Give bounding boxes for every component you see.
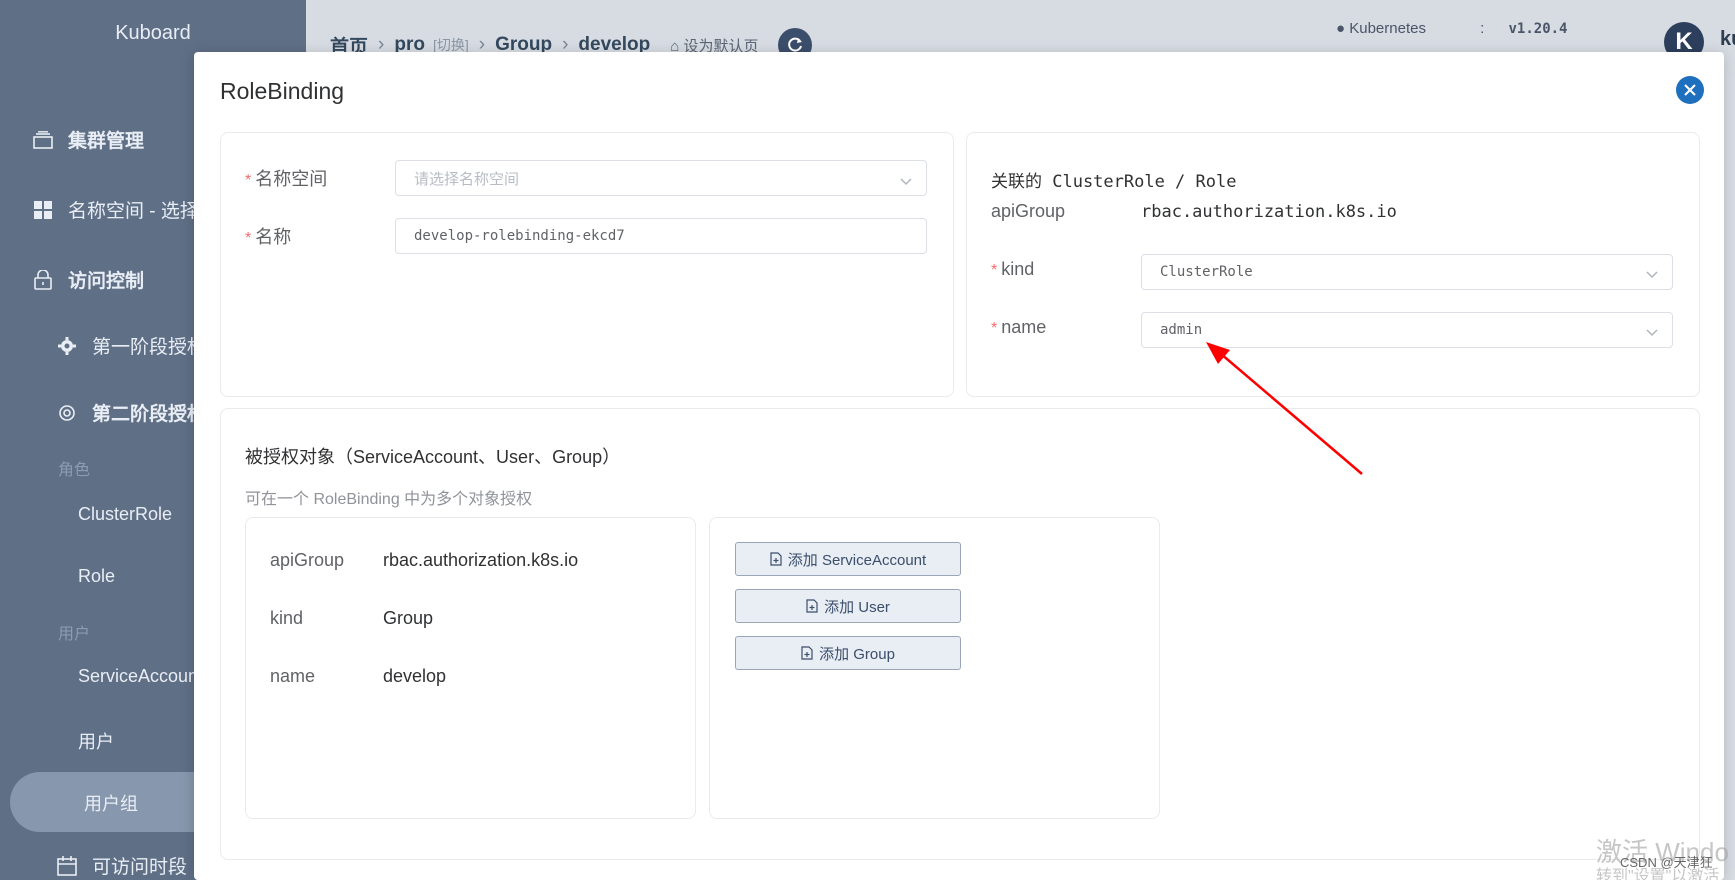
- chevron-down-icon: [900, 173, 912, 190]
- sidebar-item-label: 第二阶段授权: [92, 404, 207, 425]
- kind-value: ClusterRole: [1160, 264, 1253, 280]
- subject-apigroup-key: apiGroup: [270, 550, 345, 570]
- add-user-label: 添加 User: [824, 598, 890, 616]
- name-input[interactable]: develop-rolebinding-ekcd7: [395, 218, 927, 254]
- subject-item-card: apiGroup rbac.authorization.k8s.io kind …: [245, 517, 696, 819]
- subjects-hint: 可在一个 RoleBinding 中为多个对象授权: [245, 491, 533, 508]
- annotation-arrow: [1206, 342, 1363, 475]
- sidebar-item-label: Role: [78, 566, 116, 586]
- gear-icon: [56, 335, 78, 357]
- sidebar-item-label: ClusterRole: [78, 504, 173, 524]
- namespace-placeholder: 请选择名称空间: [414, 170, 520, 188]
- chevron-down-icon: [1646, 325, 1658, 341]
- k8s-version: v1.20.4: [1508, 21, 1568, 37]
- add-group-button[interactable]: 添加 Group: [735, 636, 961, 670]
- file-add-icon: [801, 646, 813, 660]
- k8s-colon: :: [1480, 20, 1485, 37]
- file-add-icon: [770, 552, 782, 566]
- role-name-label: * name: [991, 317, 1047, 337]
- role-ref-apigroup-key: apiGroup: [991, 201, 1066, 221]
- add-serviceaccount-label: 添加 ServiceAccount: [787, 551, 927, 569]
- add-user-button[interactable]: 添加 User: [735, 589, 961, 623]
- user-name[interactable]: ku: [1720, 28, 1735, 51]
- sidebar-item-label: 用户组: [84, 794, 138, 814]
- add-subject-card: 添加 ServiceAccount 添加 User 添加 Group: [709, 517, 1160, 819]
- grid-icon: [32, 199, 54, 221]
- name-label: * 名称: [245, 227, 292, 247]
- app-logo: Kuboard: [115, 22, 191, 44]
- sidebar-item-label: 名称空间 - 选择: [68, 201, 199, 222]
- namespace-select[interactable]: 请选择名称空间: [395, 160, 927, 196]
- file-add-icon: [806, 599, 818, 613]
- subject-name-value: develop: [383, 666, 447, 686]
- sidebar-item-label: 集群管理: [68, 131, 145, 152]
- dialog-title: RoleBinding: [220, 78, 345, 104]
- role-ref-heading: 关联的 ClusterRole / Role: [991, 172, 1237, 192]
- subject-apigroup-value: rbac.authorization.k8s.io: [383, 550, 579, 570]
- subject-kind-key: kind: [270, 608, 304, 628]
- layers-icon: [32, 129, 54, 151]
- chevron-down-icon: [1646, 267, 1658, 283]
- namespace-label: * 名称空间: [245, 169, 328, 189]
- metadata-card: * 名称空间 请选择名称空间 * 名称 develop-rolebinding-ek…: [220, 132, 954, 397]
- add-group-label: 添加 Group: [819, 645, 895, 663]
- sidebar-item-label: 可访问时段: [92, 857, 188, 878]
- sidebar-group-users: 用户: [58, 626, 91, 643]
- k8s-label: Kubernetes: [1349, 20, 1426, 37]
- kind-label: * kind: [991, 259, 1035, 279]
- subjects-heading: 被授权对象（ServiceAccount、User、Group）: [245, 447, 621, 467]
- subject-name-key: name: [270, 666, 316, 686]
- sidebar-item-label: 第一阶段授权: [92, 337, 207, 358]
- subjects-card: 被授权对象（ServiceAccount、User、Group） 可在一个 Ro…: [220, 408, 1700, 860]
- add-serviceaccount-button[interactable]: 添加 ServiceAccount: [735, 542, 961, 576]
- sidebar-item-label: 访问控制: [68, 271, 145, 292]
- rolebinding-dialog: RoleBinding * 名称空间 请选择名称空间 * 名称 develop-ro…: [194, 52, 1724, 880]
- k8s-version-info: ● Kubernetes : v1.20.4: [1336, 20, 1568, 37]
- sidebar-item-label: 用户: [78, 732, 114, 752]
- gear-outline-icon: [56, 402, 78, 424]
- close-icon: [1684, 84, 1696, 96]
- lock-icon: [32, 269, 54, 291]
- kind-select[interactable]: ClusterRole: [1141, 254, 1673, 290]
- close-button[interactable]: [1676, 76, 1704, 104]
- subject-kind-value: Group: [383, 608, 434, 628]
- sidebar-item-label: ServiceAccount: [78, 666, 204, 686]
- sidebar-group-roles: 角色: [58, 462, 91, 479]
- role-ref-apigroup-value: rbac.authorization.k8s.io: [1141, 202, 1397, 222]
- calendar-icon: [56, 855, 78, 877]
- csdn-watermark: CSDN @天津狂: [1620, 855, 1713, 870]
